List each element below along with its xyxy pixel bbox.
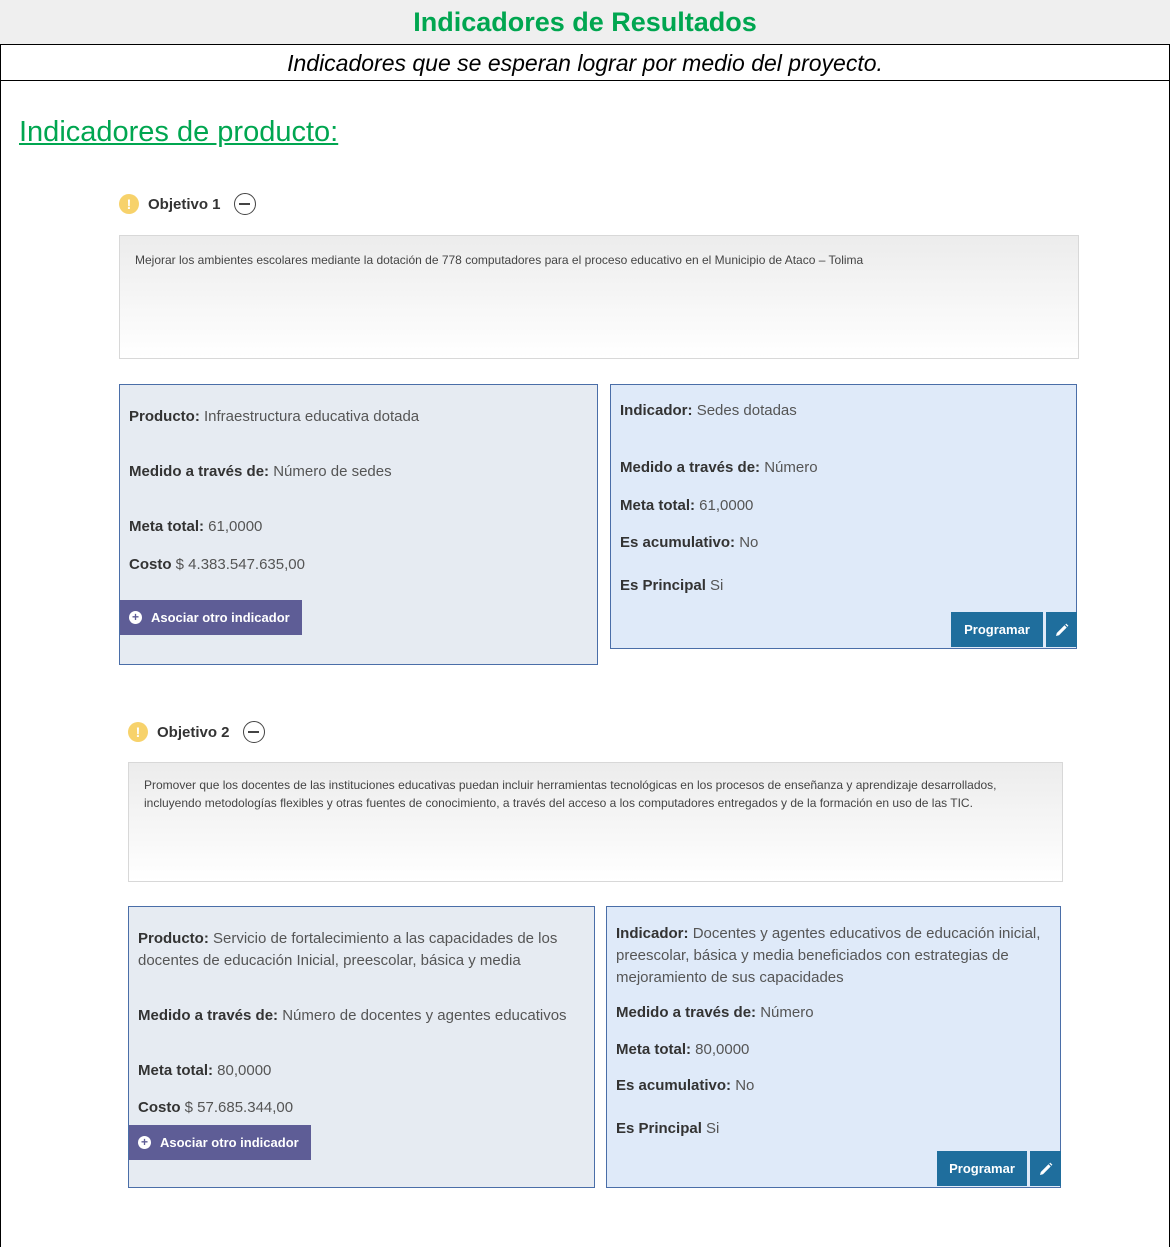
principal-value: Si xyxy=(706,1120,720,1137)
measured-value: Número xyxy=(760,1004,814,1021)
goal-label: Meta total: xyxy=(620,497,695,514)
cumulative-row: Es acumulativo: No xyxy=(620,532,1067,554)
cost-row: Costo $ 57.685.344,00 xyxy=(138,1097,585,1119)
cost-value: $ 4.383.547.635,00 xyxy=(175,556,305,573)
measured-label: Medido a través de: xyxy=(620,459,761,476)
cost-row: Costo $ 4.383.547.635,00 xyxy=(129,554,588,576)
measured-value: Número xyxy=(764,459,818,476)
associate-indicator-label: Asociar otro indicador xyxy=(151,609,290,625)
goal-label: Meta total: xyxy=(616,1041,691,1058)
principal-label: Es Principal xyxy=(616,1120,702,1137)
measured-row: Medido a través de: Número xyxy=(616,1002,1051,1024)
plus-circle-icon: + xyxy=(138,1136,151,1149)
associate-indicator-button[interactable]: + Asociar otro indicador xyxy=(129,1125,311,1160)
cost-value: $ 57.685.344,00 xyxy=(184,1099,294,1116)
pencil-icon xyxy=(1055,623,1068,636)
plus-circle-icon: + xyxy=(129,611,142,624)
goal-value: 80,0000 xyxy=(217,1062,272,1079)
product-value: Infraestructura educativa dotada xyxy=(204,408,420,425)
indicator-value: Sedes dotadas xyxy=(696,402,797,419)
measured-label: Medido a través de: xyxy=(138,1007,279,1024)
objective-2-description: Promover que los docentes de las institu… xyxy=(144,778,997,810)
objective-2-description-box: Promover que los docentes de las institu… xyxy=(128,762,1063,882)
program-button[interactable]: Programar xyxy=(937,1151,1027,1186)
goal-row: Meta total: 80,0000 xyxy=(138,1060,585,1082)
indicator-card-2: Indicador: Docentes y agentes educativos… xyxy=(606,906,1061,1188)
associate-indicator-button[interactable]: + Asociar otro indicador xyxy=(120,600,302,635)
measured-label: Medido a través de: xyxy=(129,463,270,480)
goal-value: 61,0000 xyxy=(208,518,263,535)
goal-value: 80,0000 xyxy=(695,1041,750,1058)
objective-1-description-box: Mejorar los ambientes escolares mediante… xyxy=(119,235,1079,359)
cumulative-value: No xyxy=(735,1077,755,1094)
cumulative-row: Es acumulativo: No xyxy=(616,1075,1051,1097)
edit-button[interactable] xyxy=(1030,1151,1061,1186)
objective-2-label: Objetivo 2 xyxy=(157,723,230,741)
goal-row: Meta total: 80,0000 xyxy=(616,1039,1051,1061)
product-row: Producto: Servicio de fortalecimiento a … xyxy=(138,928,585,972)
measured-row: Medido a través de: Número xyxy=(620,457,1067,479)
cumulative-value: No xyxy=(739,534,759,551)
program-button[interactable]: Programar xyxy=(951,612,1043,647)
section-title: Indicadores de producto: xyxy=(19,116,339,148)
principal-row: Es Principal Si xyxy=(620,575,1067,597)
pencil-icon xyxy=(1039,1162,1052,1175)
measured-row: Medido a través de: Número de sedes xyxy=(129,461,588,483)
objective-2-header: ! Objetivo 2 xyxy=(128,721,265,743)
collapse-icon[interactable] xyxy=(233,193,256,215)
indicator-label: Indicador: xyxy=(616,925,689,942)
goal-row: Meta total: 61,0000 xyxy=(620,495,1067,517)
measured-row: Medido a través de: Número de docentes y… xyxy=(138,1005,585,1027)
goal-label: Meta total: xyxy=(129,518,204,535)
indicator-card-1: Indicador: Sedes dotadas Medido a través… xyxy=(610,384,1077,649)
product-label: Producto: xyxy=(138,930,209,947)
page-subtitle: Indicadores que se esperan lograr por me… xyxy=(0,45,1170,81)
edit-button[interactable] xyxy=(1046,612,1077,647)
principal-value: Si xyxy=(710,577,724,594)
product-label: Producto: xyxy=(129,408,200,425)
page-title: Indicadores de Resultados xyxy=(0,0,1170,45)
principal-row: Es Principal Si xyxy=(616,1118,1051,1140)
warning-icon: ! xyxy=(128,722,148,742)
goal-row: Meta total: 61,0000 xyxy=(129,516,588,538)
cost-label: Costo xyxy=(129,556,172,573)
goal-label: Meta total: xyxy=(138,1062,213,1079)
indicator-label: Indicador: xyxy=(620,402,693,419)
indicator-row: Indicador: Docentes y agentes educativos… xyxy=(616,923,1051,989)
measured-value: Número de sedes xyxy=(273,463,392,480)
cumulative-label: Es acumulativo: xyxy=(616,1077,732,1094)
objective-1-description: Mejorar los ambientes escolares mediante… xyxy=(135,253,864,267)
indicator-row: Indicador: Sedes dotadas xyxy=(620,400,1067,422)
principal-label: Es Principal xyxy=(620,577,706,594)
cumulative-label: Es acumulativo: xyxy=(620,534,736,551)
cost-label: Costo xyxy=(138,1099,181,1116)
measured-value: Número de docentes y agentes educativos xyxy=(282,1007,567,1024)
objective-1-label: Objetivo 1 xyxy=(148,195,221,213)
product-card-1: Producto: Infraestructura educativa dota… xyxy=(119,384,598,665)
measured-label: Medido a través de: xyxy=(616,1004,757,1021)
associate-indicator-label: Asociar otro indicador xyxy=(160,1134,299,1150)
product-card-2: Producto: Servicio de fortalecimiento a … xyxy=(128,906,595,1188)
goal-value: 61,0000 xyxy=(699,497,754,514)
collapse-icon[interactable] xyxy=(242,721,265,743)
objective-1-header: ! Objetivo 1 xyxy=(119,193,256,215)
product-row: Producto: Infraestructura educativa dota… xyxy=(129,406,588,428)
warning-icon: ! xyxy=(119,194,139,214)
